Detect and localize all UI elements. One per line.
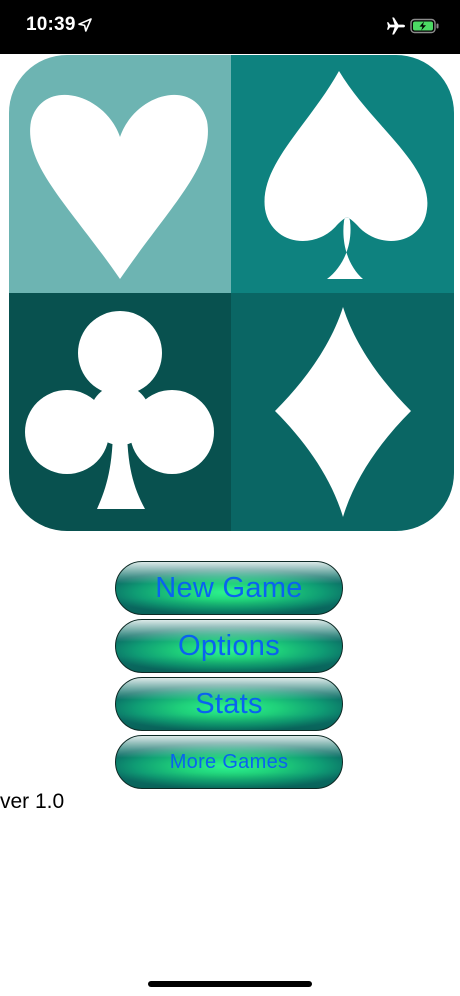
airplane-icon — [387, 17, 405, 35]
status-time: 10:39 — [26, 14, 76, 35]
battery-charging-icon — [410, 18, 439, 34]
stats-button[interactable]: Stats — [115, 677, 343, 731]
status-bar: 10:39 — [0, 0, 460, 54]
app-logo — [9, 55, 454, 531]
home-indicator[interactable] — [148, 981, 312, 987]
main-menu-screen: 10:39 New Game Options Stats More Games … — [0, 0, 460, 996]
stats-label: Stats — [195, 687, 263, 720]
main-menu: New Game Options Stats More Games — [115, 561, 345, 793]
more-games-label: More Games — [169, 750, 289, 773]
options-button[interactable]: Options — [115, 619, 343, 673]
options-label: Options — [177, 629, 281, 662]
more-games-button[interactable]: More Games — [115, 735, 343, 789]
new-game-button[interactable]: New Game — [115, 561, 343, 615]
new-game-label: New Game — [155, 571, 303, 604]
location-arrow-icon — [78, 18, 92, 32]
version-label: ver 1.0 — [0, 790, 65, 813]
